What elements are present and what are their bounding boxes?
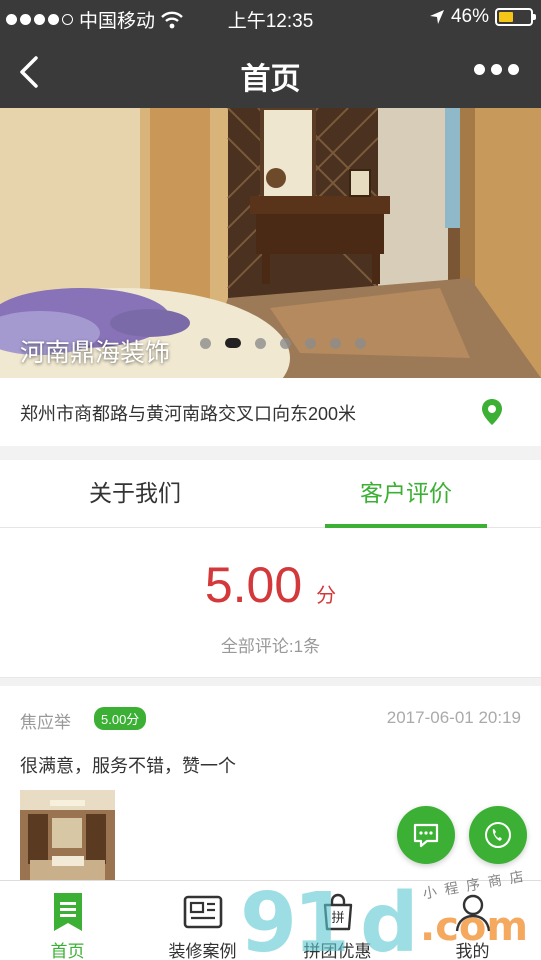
address-row[interactable]: 郑州市商都路与黄河南路交叉口向东200米 xyxy=(0,378,541,446)
battery-percent: 46% xyxy=(450,6,489,27)
tab-bar-top: 关于我们 客户评价 xyxy=(0,460,541,528)
tab-group-buy[interactable]: 拼 拼团优惠 xyxy=(270,881,405,960)
rating-summary: 5.00 分 全部评论:1条 xyxy=(0,528,541,678)
review-content: 很满意，服务不错，赞一个 xyxy=(20,756,236,776)
tab-label: 拼团优惠 xyxy=(303,942,372,960)
user-icon xyxy=(455,894,491,932)
group-buy-icon: 拼 xyxy=(323,893,353,931)
rating-score-line: 5.00 分 xyxy=(0,556,541,614)
review-photo[interactable] xyxy=(20,790,115,880)
review-score-badge: 5.00分 xyxy=(94,707,147,730)
tab-mine[interactable]: 我的 xyxy=(405,881,540,960)
indicator-dot[interactable] xyxy=(280,337,291,349)
tab-label: 装修案例 xyxy=(168,942,237,960)
page-title: 首页 xyxy=(240,63,301,96)
tab-label: 我的 xyxy=(455,942,490,960)
tab-label: 客户评价 xyxy=(360,480,452,506)
tab-home[interactable]: 首页 xyxy=(0,881,135,960)
banner-carousel[interactable]: 河南鼎海装饰 xyxy=(0,108,541,378)
carousel-indicators[interactable] xyxy=(200,333,366,353)
indicator-dot-active[interactable] xyxy=(225,338,241,348)
indicator-dot[interactable] xyxy=(305,337,316,349)
battery-icon xyxy=(495,8,536,26)
svg-text:拼: 拼 xyxy=(331,911,344,926)
more-dots-icon[interactable] xyxy=(474,64,519,75)
rating-score: 5.00 xyxy=(204,557,303,613)
review-date: 2017-06-01 20:19 xyxy=(386,708,521,727)
message-button[interactable] xyxy=(397,806,455,864)
reviewer-name: 焦应举 xyxy=(20,713,71,732)
tab-label: 关于我们 xyxy=(89,480,181,506)
phone-icon xyxy=(485,822,511,848)
status-bar: 中国移动 上午12:35 46% xyxy=(0,0,541,36)
banner-caption: 河南鼎海装饰 xyxy=(20,339,171,367)
indicator-dot[interactable] xyxy=(355,337,366,349)
newspaper-icon xyxy=(183,895,223,929)
nav-bar: 首页 xyxy=(0,36,541,108)
review-count: 全部评论:1条 xyxy=(220,637,321,656)
rating-unit: 分 xyxy=(316,585,337,607)
indicator-dot[interactable] xyxy=(255,337,266,349)
tab-cases[interactable]: 装修案例 xyxy=(135,881,270,960)
address-text: 郑州市商都路与黄河南路交叉口向东200米 xyxy=(20,404,357,424)
tab-label: 首页 xyxy=(50,942,85,960)
indicator-dot[interactable] xyxy=(330,337,341,349)
tab-customer-reviews[interactable]: 客户评价 xyxy=(271,460,541,528)
status-right: 46% xyxy=(429,6,536,28)
chat-icon xyxy=(413,823,439,848)
home-list-icon xyxy=(54,893,82,931)
call-button[interactable] xyxy=(469,806,527,864)
location-arrow-icon xyxy=(429,10,444,24)
review-item: 焦应举 5.00分 2017-06-01 20:19 很满意，服务不错，赞一个 xyxy=(0,686,541,880)
indicator-dot[interactable] xyxy=(200,337,211,349)
location-pin-icon[interactable] xyxy=(481,398,503,426)
bottom-tab-bar: 首页 装修案例 拼 拼团优惠 我的 xyxy=(0,880,541,960)
tab-about-us[interactable]: 关于我们 xyxy=(0,460,270,528)
